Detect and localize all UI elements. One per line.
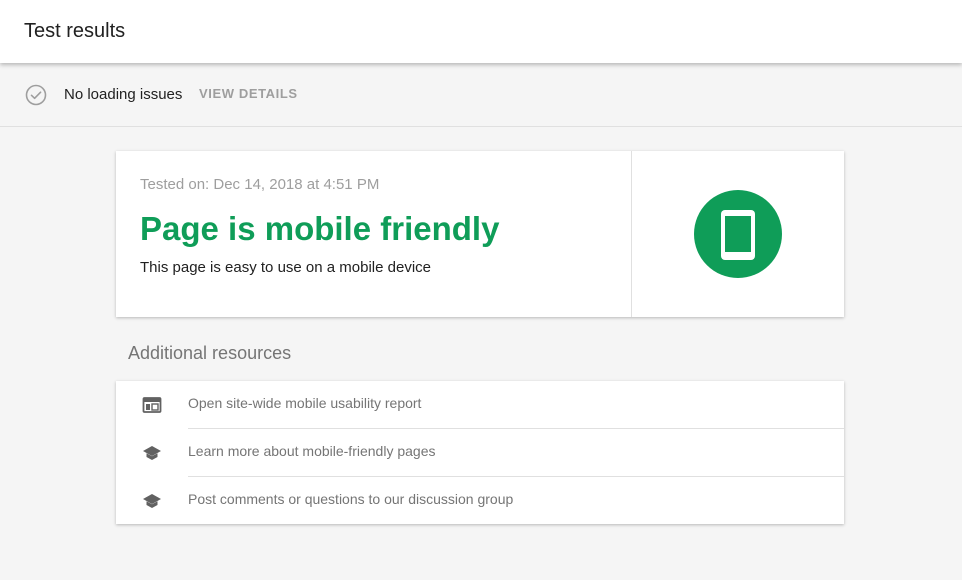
result-summary: Tested on: Dec 14, 2018 at 4:51 PM Page … [116, 151, 632, 317]
resources-list: Open site-wide mobile usability report L… [116, 381, 844, 524]
school-cap-icon [143, 494, 161, 508]
page-title: Test results [24, 20, 126, 42]
resources-heading: Additional resources [128, 343, 292, 363]
status-text: No loading issues [64, 86, 183, 103]
resource-label: Learn more about mobile-friendly pages [188, 443, 436, 459]
app-window: Test results No loading issues VIEW DETA… [0, 0, 962, 580]
web-report-icon [142, 397, 162, 413]
resource-label: Open site-wide mobile usability report [188, 395, 422, 411]
resource-usability-report[interactable]: Open site-wide mobile usability report [116, 381, 844, 429]
check-circle-icon [25, 84, 47, 106]
top-header: Test results [0, 0, 962, 63]
resource-discussion-group[interactable]: Post comments or questions to our discus… [116, 477, 844, 525]
smartphone-icon [721, 210, 755, 260]
school-cap-icon [143, 446, 161, 460]
result-subtitle: This page is easy to use on a mobile dev… [140, 259, 431, 276]
view-details-button[interactable]: VIEW DETAILS [199, 86, 298, 102]
status-bar: No loading issues VIEW DETAILS [0, 63, 962, 127]
resource-label: Post comments or questions to our discus… [188, 491, 514, 507]
tested-on-timestamp: Tested on: Dec 14, 2018 at 4:51 PM [140, 176, 380, 193]
result-title: Page is mobile friendly [140, 210, 500, 247]
mobile-friendly-badge [694, 190, 782, 278]
result-card: Tested on: Dec 14, 2018 at 4:51 PM Page … [116, 151, 844, 317]
resource-learn-more[interactable]: Learn more about mobile-friendly pages [116, 429, 844, 477]
